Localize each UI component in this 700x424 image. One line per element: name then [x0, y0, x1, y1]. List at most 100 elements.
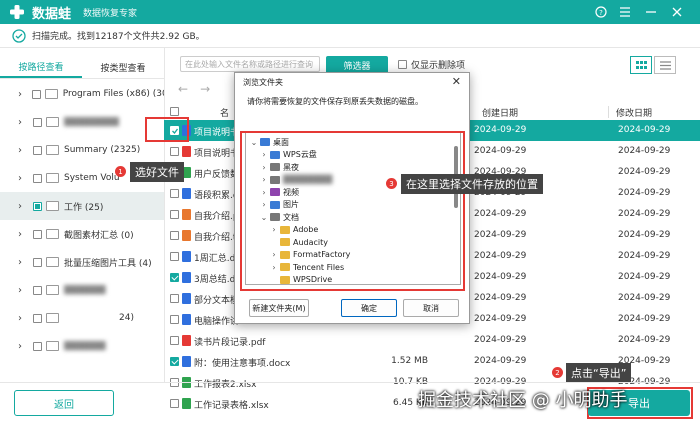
back-button[interactable]: 返回 [14, 390, 114, 416]
step-badge-3: 3 [386, 178, 397, 189]
tree-item[interactable]: › 24) [0, 304, 164, 332]
row-checkbox[interactable] [170, 189, 179, 198]
row-checkbox[interactable] [170, 294, 179, 303]
cell-created: 2024-09-29 [474, 272, 527, 282]
tree-checkbox[interactable] [33, 257, 42, 267]
row-checkbox[interactable] [170, 357, 179, 366]
cancel-button[interactable]: 取消 [403, 299, 459, 317]
folder-icon [46, 257, 59, 267]
ok-button[interactable]: 确定 [341, 299, 397, 317]
help-icon[interactable]: ? [590, 0, 612, 24]
tree-item-selected[interactable]: › 工作 (25) [0, 192, 164, 220]
col-modified[interactable]: 修改日期 [616, 106, 652, 119]
cell-size: 1.52 MB [391, 356, 428, 366]
tree-checkbox[interactable] [33, 201, 42, 211]
cell-modified: 2024-09-29 [618, 293, 671, 303]
list-view-icon[interactable] [654, 56, 676, 74]
tree-checkbox[interactable] [33, 229, 42, 239]
tree-checkbox[interactable] [31, 89, 41, 99]
tree-checkbox[interactable] [33, 117, 42, 127]
folder-icon [46, 285, 59, 295]
close-icon[interactable] [666, 0, 688, 24]
row-checkbox[interactable] [170, 252, 179, 261]
col-name[interactable]: 名 [220, 106, 229, 119]
cell-modified: 2024-09-29 [618, 272, 671, 282]
tree-checkbox[interactable] [33, 313, 42, 323]
tree-item[interactable]: › Summary (2325) [0, 136, 164, 164]
file-icon [182, 146, 191, 157]
file-icon [182, 230, 191, 241]
row-checkbox[interactable] [170, 147, 179, 156]
app-brand: 数据蛙 [32, 6, 72, 22]
grid-view-icon[interactable] [630, 56, 652, 74]
select-all-checkbox[interactable] [170, 107, 179, 116]
menu-icon[interactable] [614, 0, 636, 24]
back-arrow-icon[interactable]: ← [178, 82, 188, 96]
row-checkbox[interactable] [170, 210, 179, 219]
title-bar: 数据蛙 数据恢复专家 ? [0, 0, 700, 24]
step-badge-1: 1 [115, 166, 126, 177]
row-checkbox[interactable] [170, 315, 179, 324]
minimize-icon[interactable] [640, 0, 662, 24]
row-checkbox[interactable] [170, 273, 179, 282]
tree-checkbox[interactable] [33, 285, 42, 295]
row-checkbox[interactable] [170, 336, 179, 345]
cell-modified: 2024-09-29 [618, 188, 671, 198]
check-circle-icon [12, 28, 26, 43]
nav-arrows: ← → [178, 82, 222, 96]
cell-name: 工作报表2.xlsx [194, 380, 257, 390]
file-icon [182, 356, 191, 367]
cell-modified: 2024-09-29 [618, 125, 671, 135]
tab-by-path[interactable]: 按路径查看 [0, 56, 82, 78]
only-deleted-checkbox[interactable] [398, 60, 407, 69]
chevron-right-icon[interactable]: › [18, 257, 28, 268]
chevron-right-icon[interactable]: › [18, 173, 28, 184]
tip-choose-location: 在这里选择文件存放的位置 [401, 174, 543, 194]
chevron-right-icon[interactable]: › [18, 285, 28, 296]
file-icon [182, 272, 191, 283]
row-checkbox[interactable] [170, 231, 179, 240]
file-icon [182, 314, 191, 325]
forward-arrow-icon[interactable]: → [200, 82, 210, 96]
tree-item[interactable]: › 批量压缩图片工具 (4) [0, 248, 164, 276]
file-icon [182, 293, 191, 304]
folder-icon [46, 201, 59, 211]
file-icon [182, 335, 191, 346]
chevron-right-icon[interactable]: › [18, 145, 28, 156]
dialog-close-icon[interactable]: ✕ [452, 75, 461, 88]
search-input[interactable]: 在此处输入文件名称或路径进行查询 [180, 56, 320, 72]
folder-tree: ›Program Files (x86) (3010 ›████████ ›Su… [0, 80, 164, 380]
col-created[interactable]: 创建日期 [482, 106, 518, 119]
cell-name: 自我介绍.p [194, 212, 239, 222]
tree-item[interactable]: › ██████ [0, 276, 164, 304]
tree-item[interactable]: ›Program Files (x86) (3010 [0, 80, 164, 108]
row-checkbox[interactable] [170, 399, 179, 408]
dialog-title: 浏览文件夹 [243, 78, 283, 87]
file-icon [182, 188, 191, 199]
cell-created: 2024-09-29 [474, 314, 527, 324]
tree-item[interactable]: › ██████ [0, 332, 164, 360]
tip-select-file: 选好文件 [130, 162, 184, 182]
tree-checkbox[interactable] [33, 341, 42, 351]
folder-icon [46, 341, 59, 351]
new-folder-button[interactable]: 新建文件夹(M) [249, 299, 309, 317]
chevron-right-icon[interactable]: › [18, 229, 28, 240]
chevron-right-icon[interactable]: › [18, 117, 28, 128]
tree-item[interactable]: › 截图素材汇总 (0) [0, 220, 164, 248]
search-placeholder: 在此处输入文件名称或路径进行查询 [185, 59, 313, 69]
tree-checkbox[interactable] [33, 173, 42, 183]
table-row[interactable]: 读书片段记录.pdf 2024-09-29 2024-09-29 [164, 330, 700, 351]
chevron-right-icon[interactable]: › [18, 201, 28, 212]
cell-modified: 2024-09-29 [618, 314, 671, 324]
tree-checkbox[interactable] [33, 145, 42, 155]
col-divider [608, 106, 609, 118]
cell-name: 部分文本模 [194, 296, 240, 306]
chevron-right-icon[interactable]: › [18, 313, 28, 324]
tree-item[interactable]: › ████████ [0, 108, 164, 136]
only-deleted-toggle[interactable]: 仅显示删除项 [398, 58, 465, 71]
chevron-right-icon[interactable]: › [18, 341, 28, 352]
chevron-right-icon[interactable]: › [18, 89, 27, 100]
scan-status-text: 扫描完成。找到12187个文件共2.92 GB。 [32, 32, 205, 42]
tab-by-type[interactable]: 按类型查看 [82, 56, 164, 78]
scan-status-bar: 扫描完成。找到12187个文件共2.92 GB。 [0, 24, 700, 48]
